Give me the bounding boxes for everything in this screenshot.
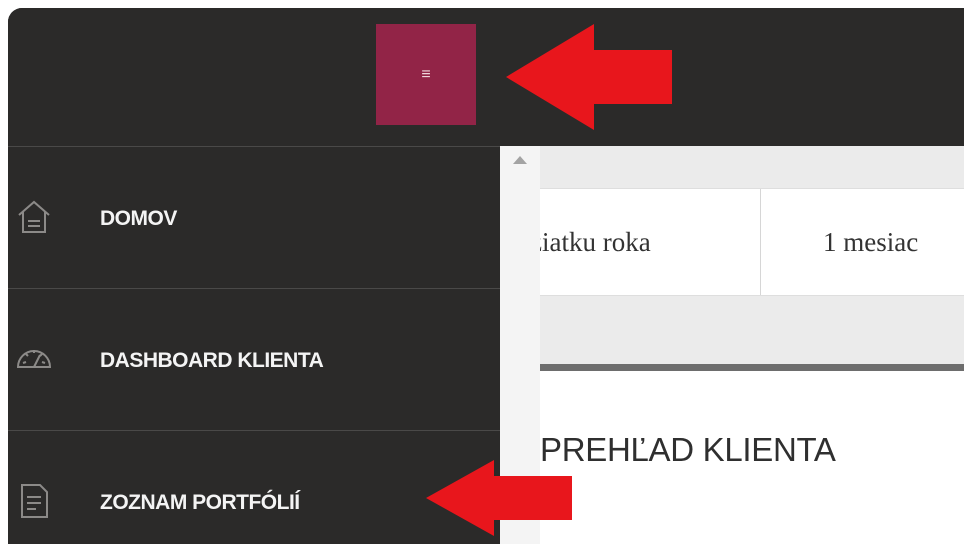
hamburger-menu-button[interactable]: ≡ [376,24,476,125]
period-option-ytd[interactable]: ziatku roka [540,189,760,295]
period-divider [760,189,761,295]
period-option-1-month[interactable]: 1 mesiac [823,189,918,295]
scroll-up-arrow-icon[interactable] [513,156,527,164]
sidebar-item-label: DOMOV [100,207,177,230]
speedometer-icon [14,339,54,379]
document-icon [14,481,54,521]
overview-panel: PREHĽAD KLIENTA [540,364,964,544]
sidebar-item-label: DASHBOARD KLIENTA [100,349,324,372]
home-icon [14,197,54,237]
annotation-arrow-menu [506,24,672,130]
sidebar-item-label: ZOZNAM PORTFÓLIÍ [100,491,300,514]
app-window: ≡ DOMOV DASHBOARD KLIENTA ZOZNAM PORTFÓL… [8,8,964,544]
hamburger-icon: ≡ [421,65,431,83]
panel-title: PREHĽAD KLIENTA [540,431,836,468]
sidebar-item-dashboard-klienta[interactable]: DASHBOARD KLIENTA [8,288,500,428]
sidebar-item-domov[interactable]: DOMOV [8,146,500,286]
annotation-arrow-portfolio [426,460,572,536]
period-selector: ziatku roka 1 mesiac [540,188,964,296]
top-bar: ≡ [8,8,964,146]
